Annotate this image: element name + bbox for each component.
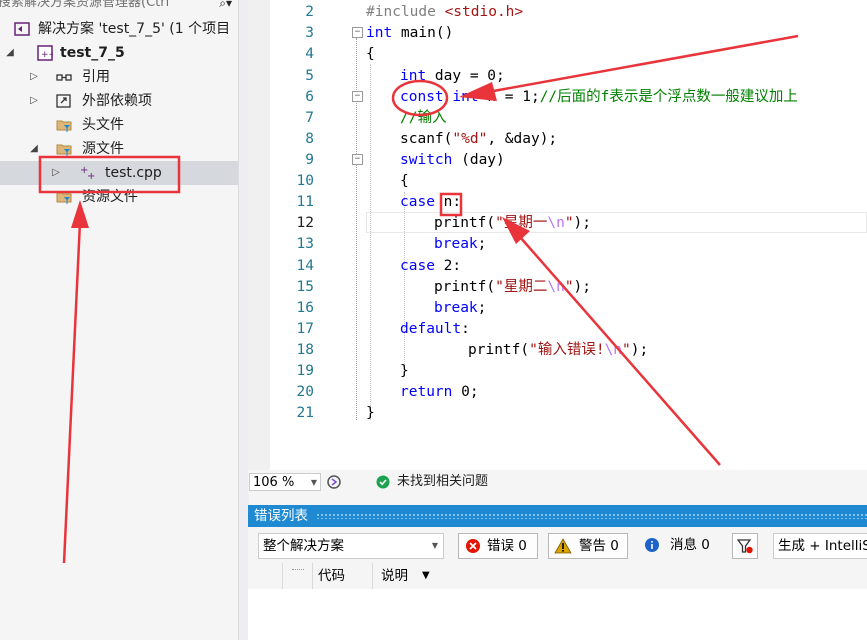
highlight-ellipse-const	[391, 79, 449, 117]
annotation-overlay	[38, 34, 799, 564]
arrow-line-const	[487, 34, 799, 94]
arrow-head-left	[71, 200, 89, 228]
arrow-head-case	[502, 217, 530, 244]
arrow-line-left	[62, 221, 82, 564]
arrow-head-const	[459, 82, 497, 101]
arrow-line-case	[519, 236, 721, 466]
highlight-box-case-n	[439, 192, 463, 217]
highlight-box-test-cpp	[38, 155, 181, 194]
